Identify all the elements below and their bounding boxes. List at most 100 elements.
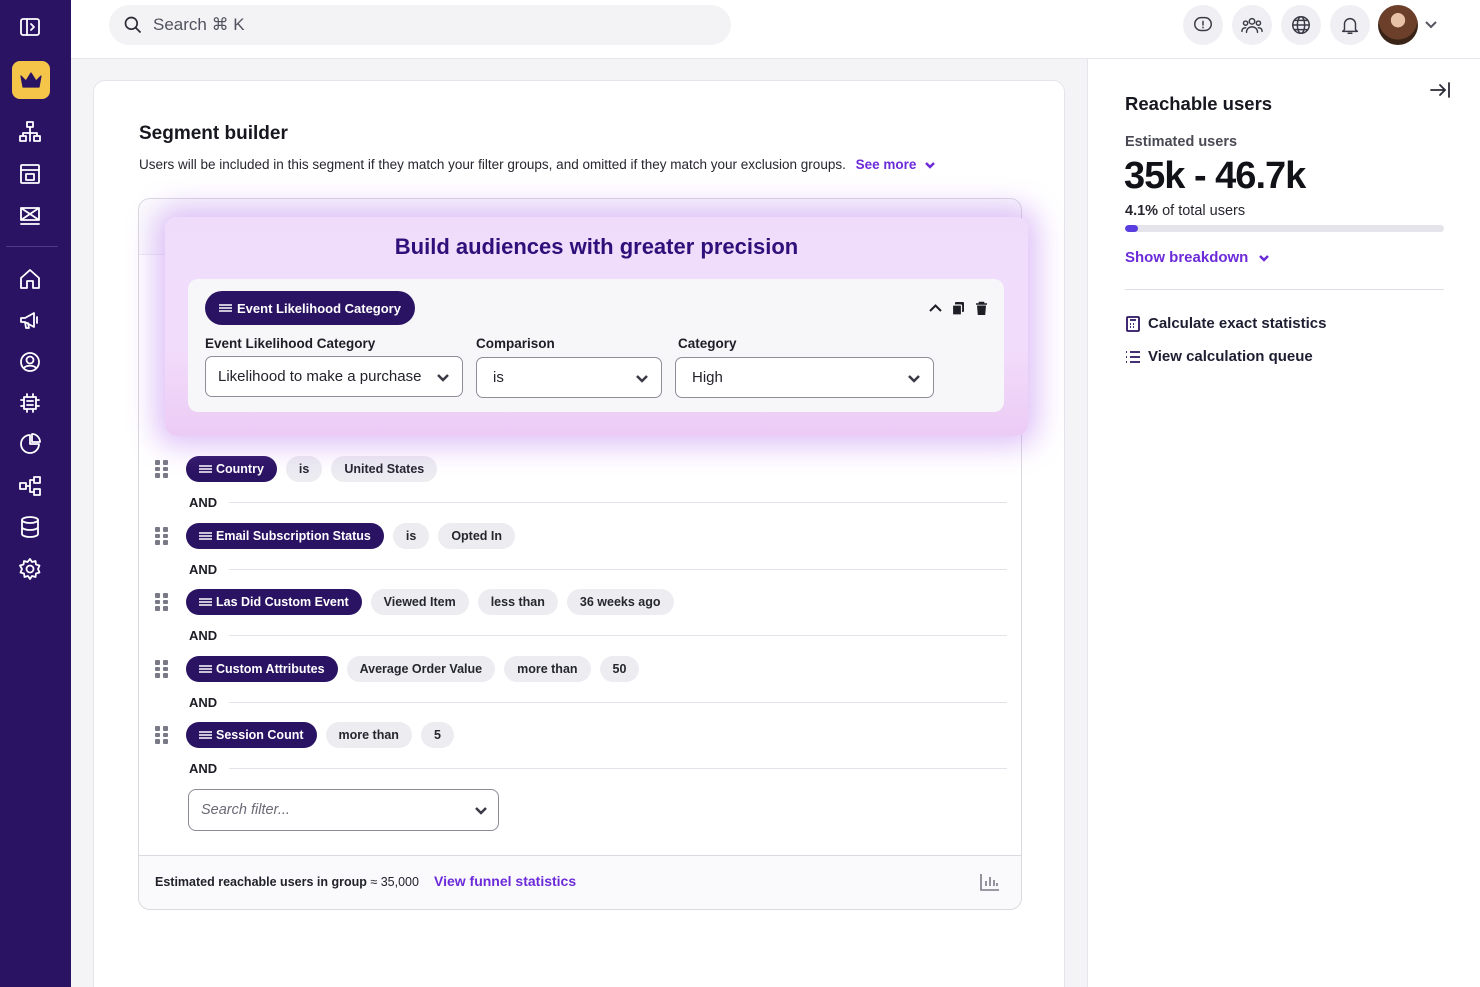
percent-value: 4.1%	[1125, 203, 1159, 219]
megaphone-icon[interactable]	[17, 307, 43, 333]
chevron-down-icon	[1259, 255, 1270, 262]
likelihood-select[interactable]: Likelihood to make a purchase	[205, 356, 463, 397]
page-title: Segment builder	[139, 123, 288, 144]
filter-name-pill[interactable]: Session Count	[186, 722, 317, 748]
dashboard-icon[interactable]	[17, 161, 43, 187]
sliders-icon	[199, 532, 212, 540]
database-icon[interactable]	[17, 514, 43, 540]
drag-handle-icon[interactable]	[155, 726, 169, 744]
filter-part-pill[interactable]: Average Order Value	[346, 656, 496, 682]
bar-chart-icon[interactable]	[979, 872, 1001, 892]
trash-icon[interactable]	[974, 301, 989, 316]
filter-part-pill[interactable]: is	[392, 523, 430, 549]
calculate-exact-statistics-link[interactable]: Calculate exact statistics	[1125, 315, 1326, 332]
view-calculation-queue-link[interactable]: View calculation queue	[1125, 348, 1313, 365]
filter-part-pill[interactable]: Viewed Item	[370, 589, 469, 615]
global-search-input[interactable]: Search ⌘ K	[109, 5, 731, 45]
and-separator: AND	[189, 560, 1007, 578]
drag-handle-icon[interactable]	[155, 593, 169, 611]
globe-icon[interactable]	[1281, 5, 1321, 45]
home-icon[interactable]	[17, 266, 43, 292]
collapse-panel-icon[interactable]	[1429, 80, 1451, 100]
bell-icon[interactable]	[1330, 5, 1370, 45]
chevron-down-icon	[437, 374, 449, 382]
panel-title: Reachable users	[1125, 93, 1273, 114]
drag-handle-icon[interactable]	[155, 527, 169, 545]
filter-name-pill[interactable]: Email Subscription Status	[186, 523, 384, 549]
filter-part-pill[interactable]: 5	[420, 722, 454, 748]
description-text: Users will be included in this segment i…	[139, 157, 846, 172]
and-separator: AND	[189, 693, 1007, 711]
estimate-label: Estimated reachable users in group ≈ 35,…	[155, 875, 419, 889]
estimate-value: ≈ 35,000	[370, 875, 419, 889]
filter-part-pill[interactable]: Opted In	[438, 523, 516, 549]
filter-row: Custom Attributes Average Order Value mo…	[155, 656, 648, 682]
filter-part-pill[interactable]: more than	[325, 722, 412, 748]
calc-exact-label: Calculate exact statistics	[1148, 315, 1327, 332]
and-label: AND	[189, 494, 218, 510]
search-placeholder: Search ⌘ K	[153, 15, 245, 34]
filter-name-pill[interactable]: Event Likelihood Category	[205, 291, 415, 325]
pie-chart-icon[interactable]	[17, 431, 43, 457]
filter-row: Email Subscription Status is Opted In	[155, 523, 524, 549]
filter-name: Las Did Custom Event	[216, 595, 349, 609]
feedback-icon[interactable]	[1183, 5, 1223, 45]
filter-part-pill[interactable]: less than	[477, 589, 558, 615]
highlight-filter-card: Event Likelihood Category Event Likeliho…	[188, 279, 1004, 412]
drag-handle-icon[interactable]	[155, 660, 169, 678]
filter-part-pill[interactable]: more than	[504, 656, 591, 682]
drag-handle-icon[interactable]	[155, 460, 169, 478]
field-label: Category	[678, 336, 737, 351]
chevron-down-icon	[925, 162, 936, 170]
field-label: Comparison	[476, 336, 555, 351]
filter-part-pill[interactable]: is	[285, 456, 323, 482]
copy-icon[interactable]	[951, 301, 966, 316]
org-chart-icon[interactable]	[17, 119, 43, 145]
estimated-users-label: Estimated users	[1125, 134, 1238, 150]
chevron-down-icon	[636, 375, 648, 383]
chevron-up-icon[interactable]	[928, 301, 943, 316]
select-value: Likelihood to make a purchase	[218, 368, 422, 385]
avatar[interactable]	[1378, 5, 1418, 45]
and-label: AND	[189, 694, 218, 710]
and-separator: AND	[189, 626, 1007, 644]
calculator-icon	[1126, 315, 1140, 332]
filter-name-pill[interactable]: Custom Attributes	[186, 656, 338, 682]
crown-icon[interactable]	[12, 61, 50, 99]
sliders-icon	[199, 665, 212, 673]
filter-name: Email Subscription Status	[216, 529, 371, 543]
filter-name-pill[interactable]: Country	[186, 456, 277, 482]
select-value: is	[493, 369, 504, 386]
see-more-label: See more	[855, 157, 917, 172]
chevron-down-icon[interactable]	[1423, 16, 1439, 32]
user-circle-icon[interactable]	[17, 349, 43, 375]
filter-search-input[interactable]: Search filter...	[188, 789, 499, 831]
see-more-link[interactable]: See more	[856, 157, 937, 172]
reachable-users-panel: Reachable users Estimated users 35k - 46…	[1087, 59, 1480, 987]
category-select[interactable]: High	[675, 357, 934, 398]
sidebar	[0, 0, 71, 987]
filter-part-pill[interactable]: United States	[331, 456, 438, 482]
settings-icon[interactable]	[17, 556, 43, 582]
reach-progress-bar	[1125, 225, 1444, 232]
sidebar-toggle-icon[interactable]	[17, 14, 43, 40]
view-funnel-statistics-link[interactable]: View funnel statistics	[434, 873, 576, 889]
flow-icon[interactable]	[17, 473, 43, 499]
list-icon	[1126, 350, 1140, 363]
flag-icon[interactable]	[17, 203, 43, 229]
filter-actions	[928, 301, 989, 316]
filter-name-pill[interactable]: Las Did Custom Event	[186, 589, 362, 615]
and-separator: AND	[189, 493, 1007, 511]
filter-part-pill[interactable]: 50	[599, 656, 640, 682]
data-chip-icon[interactable]	[17, 390, 43, 416]
chevron-down-icon	[475, 807, 487, 815]
show-breakdown-label: Show breakdown	[1125, 249, 1249, 266]
comparison-select[interactable]: is	[476, 357, 662, 398]
team-icon[interactable]	[1232, 5, 1272, 45]
filter-name: Custom Attributes	[216, 662, 325, 676]
and-separator: AND	[189, 759, 1007, 777]
filter-part-pill[interactable]: 36 weeks ago	[566, 589, 674, 615]
filter-search-placeholder: Search filter...	[201, 802, 290, 818]
show-breakdown-link[interactable]: Show breakdown	[1125, 249, 1270, 266]
sliders-icon	[199, 598, 212, 606]
